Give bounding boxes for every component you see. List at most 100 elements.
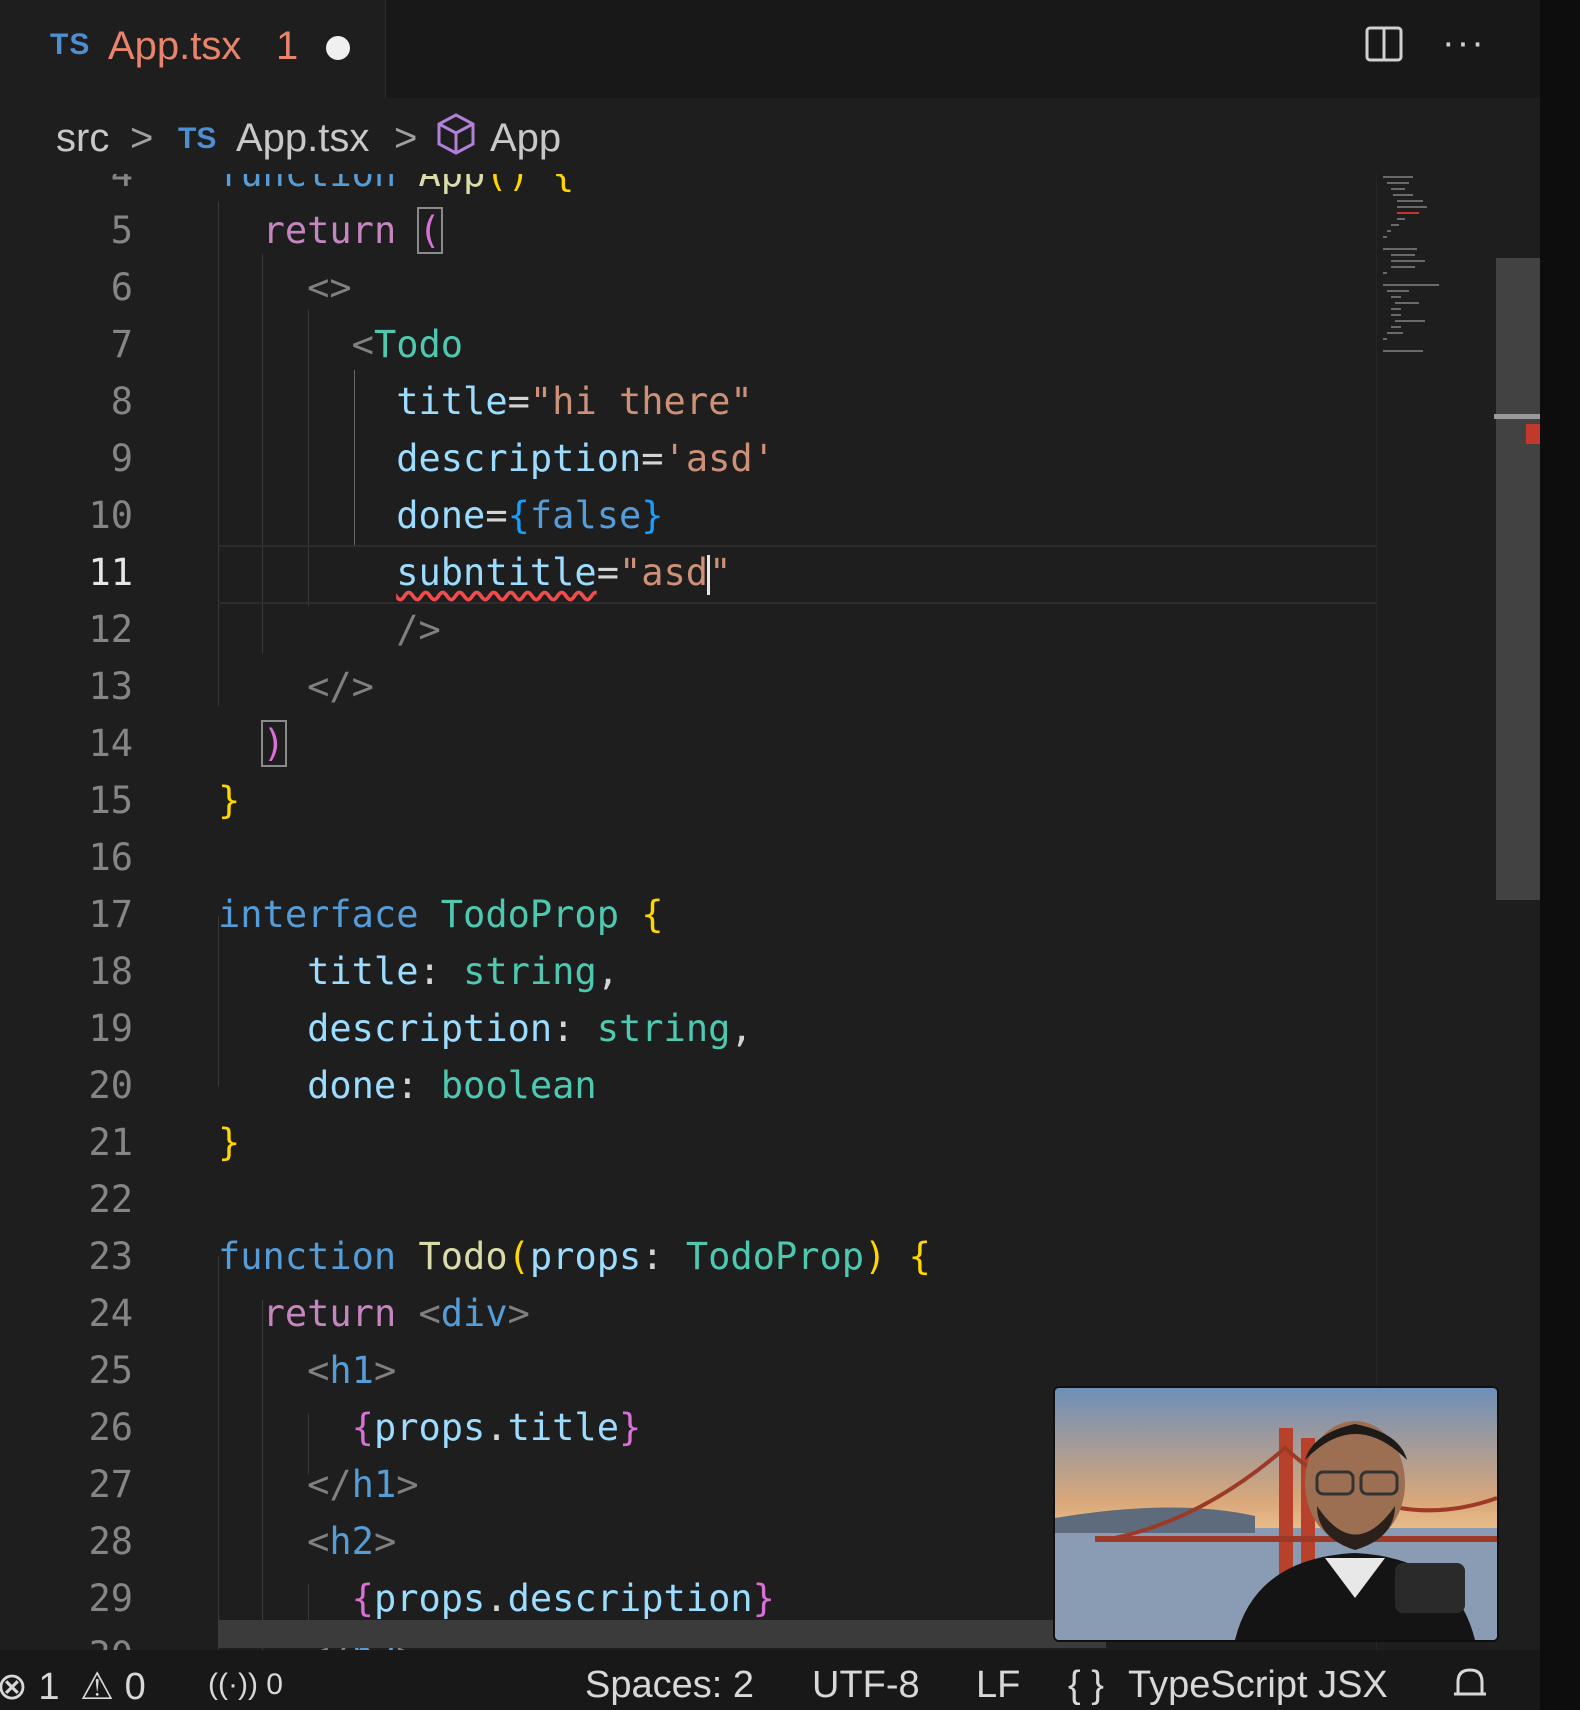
line-text: description='asd' [396,437,775,480]
line-text: ) [260,720,287,767]
line-number: 14 [88,722,133,765]
error-squiggle[interactable]: subntitle [396,551,596,594]
unsaved-dot-icon[interactable] [326,36,350,60]
presenter-webcam-overlay [1053,1386,1499,1642]
line-text: title="hi there" [396,380,753,423]
line-text: <> [307,266,352,309]
code-line-5: 5 return ( [0,202,1376,259]
tab-app-tsx[interactable]: TS App.tsx 1 [0,0,386,98]
encoding-selector[interactable]: UTF-8 [812,1664,920,1707]
presenter-video [1055,1388,1497,1640]
breadcrumb-file[interactable]: App.tsx [236,116,369,161]
line-number: 29 [88,1577,133,1620]
line-text: {props.title} [351,1406,642,1449]
line-number: 6 [110,266,133,309]
line-text: done: boolean [307,1064,597,1107]
code-line-20: 20 done: boolean [0,1057,1376,1114]
indentation-selector[interactable]: Spaces: 2 [585,1664,754,1707]
line-number: 13 [88,665,133,708]
line-number: 15 [88,779,133,822]
line-number: 9 [110,437,133,480]
line-text: /> [396,608,441,651]
line-number: 7 [110,323,133,366]
line-number: 30 [0,1627,133,1650]
more-actions-icon[interactable]: ··· [1442,22,1486,65]
breadcrumb: src > TS App.tsx > App [0,98,1540,174]
line-number: 26 [88,1406,133,1449]
code-line-9: 9 description='asd' [0,430,1376,487]
bell-icon[interactable] [1452,1664,1488,1704]
code-line-16: 16 [0,829,1376,886]
typescript-file-icon: TS [50,28,91,61]
code-line-19: 19 description: string, [0,1000,1376,1057]
line-text: } [218,779,241,822]
line-number: 22 [88,1178,133,1221]
tab-bar: TS App.tsx 1 ··· [0,0,1540,98]
line-number: 28 [88,1520,133,1563]
tab-file-name: App.tsx [108,24,242,68]
code-line-8: 8 title="hi there" [0,373,1376,430]
horizontal-scrollbar-thumb[interactable] [218,1620,1106,1648]
ports-indicator[interactable]: ((·)) 0 [208,1668,283,1702]
warnings-indicator[interactable]: ⚠ 0 [80,1664,146,1709]
line-text: <Todo [351,323,464,366]
symbol-cube-icon [437,113,475,155]
line-number: 23 [88,1235,133,1278]
code-line-14: 14 ) [0,715,1376,772]
code-line-22: 22 [0,1171,1376,1228]
tab-problem-count: 1 [276,24,299,68]
line-number: 16 [88,836,133,879]
eol-selector[interactable]: LF [976,1664,1020,1707]
line-text: subntitle="asd" [396,551,732,595]
code-line-24: 24 return <div> [0,1285,1376,1342]
code-line-13: 13 </> [0,658,1376,715]
line-number: 8 [110,380,133,423]
line-number: 11 [88,551,133,594]
line-text: {props.description} [351,1577,775,1620]
status-bar: ⊗ 1 ⚠ 0 ((·)) 0 Spaces: 2 UTF-8 LF { } T… [0,1650,1540,1710]
line-text: return <div> [262,1292,530,1335]
errors-indicator[interactable]: ⊗ 1 [0,1664,60,1709]
line-text: </> [307,665,374,708]
code-line-11: 11 subntitle="asd" [0,544,1376,601]
line-number: 21 [88,1121,133,1164]
line-number: 25 [88,1349,133,1392]
line-number: 27 [88,1463,133,1506]
window-edge [1540,0,1580,1710]
scrollbar-error-marker [1526,424,1540,444]
line-text: function App() { [218,174,574,202]
code-line-6: 6 <> [0,259,1376,316]
line-text: <h2> [307,1520,397,1563]
line-text: function Todo(props: TodoProp) { [218,1235,931,1278]
line-number: 20 [88,1064,133,1107]
line-number: 10 [88,494,133,537]
line-number: 24 [88,1292,133,1335]
code-line-12: 12 /> [0,601,1376,658]
code-line-7: 7 <Todo [0,316,1376,373]
chevron-right-icon: > [130,116,154,160]
line-text: <h1> [307,1349,397,1392]
vertical-scrollbar-thumb[interactable] [1496,258,1540,900]
breadcrumb-symbol[interactable]: App [490,116,561,161]
line-number: 19 [88,1007,133,1050]
code-line-4: 4 function App() { [0,174,1376,202]
code-line-21: 21 } [0,1114,1376,1171]
line-text: description: string, [307,1007,753,1050]
line-number: 12 [88,608,133,651]
line-text: return ( [262,207,443,254]
language-mode-selector[interactable]: TypeScript JSX [1128,1664,1388,1707]
line-text: interface TodoProp { [218,893,664,936]
split-editor-icon[interactable] [1365,26,1403,62]
line-number: 18 [88,950,133,993]
line-text: </h1> [307,1463,419,1506]
code-line-17: 17 interface TodoProp { [0,886,1376,943]
line-text: title: string, [307,950,619,993]
line-text: done={false} [396,494,664,537]
braces-icon: { } [1068,1664,1104,1706]
line-number: 4 [0,174,133,202]
breadcrumb-folder[interactable]: src [56,116,109,161]
code-line-10: 10 done={false} [0,487,1376,544]
line-number: 17 [88,893,133,936]
code-line-18: 18 title: string, [0,943,1376,1000]
code-line-23: 23 function Todo(props: TodoProp) { [0,1228,1376,1285]
